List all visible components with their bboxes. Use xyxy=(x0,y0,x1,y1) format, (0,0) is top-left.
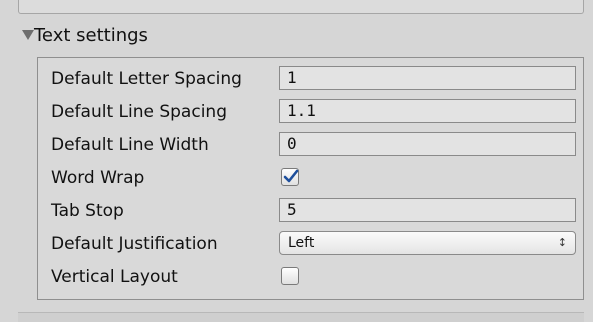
row-default-letter-spacing: Default Letter Spacing 1 xyxy=(38,63,583,93)
row-vertical-layout: Vertical Layout xyxy=(38,261,583,291)
default-line-spacing-label: Default Line Spacing xyxy=(51,102,227,122)
next-section-header xyxy=(18,312,584,322)
disclosure-triangle-icon[interactable] xyxy=(22,30,34,40)
default-letter-spacing-label: Default Letter Spacing xyxy=(51,69,242,89)
default-justification-value: Left xyxy=(288,235,315,251)
row-default-justification: Default Justification Left ↕ xyxy=(38,228,583,258)
row-tab-stop: Tab Stop 5 xyxy=(38,195,583,225)
default-justification-label: Default Justification xyxy=(51,234,218,254)
text-settings-panel: Default Letter Spacing 1 Default Line Sp… xyxy=(37,57,584,300)
up-down-arrows-icon: ↕ xyxy=(557,236,567,249)
default-letter-spacing-input[interactable]: 1 xyxy=(279,66,576,90)
vertical-layout-checkbox[interactable] xyxy=(281,267,299,285)
row-word-wrap: Word Wrap xyxy=(38,162,583,192)
word-wrap-checkbox[interactable] xyxy=(281,168,299,186)
row-default-line-spacing: Default Line Spacing 1.1 xyxy=(38,96,583,126)
default-justification-dropdown[interactable]: Left ↕ xyxy=(279,231,576,255)
checkmark-icon xyxy=(283,169,299,183)
default-line-width-input[interactable]: 0 xyxy=(279,132,576,156)
previous-section-footer xyxy=(18,0,584,14)
tab-stop-label: Tab Stop xyxy=(51,201,124,221)
tab-stop-input[interactable]: 5 xyxy=(279,198,576,222)
section-title: Text settings xyxy=(34,25,148,46)
vertical-layout-label: Vertical Layout xyxy=(51,267,178,287)
default-line-spacing-input[interactable]: 1.1 xyxy=(279,99,576,123)
word-wrap-label: Word Wrap xyxy=(51,168,145,188)
row-default-line-width: Default Line Width 0 xyxy=(38,129,583,159)
default-line-width-label: Default Line Width xyxy=(51,135,209,155)
